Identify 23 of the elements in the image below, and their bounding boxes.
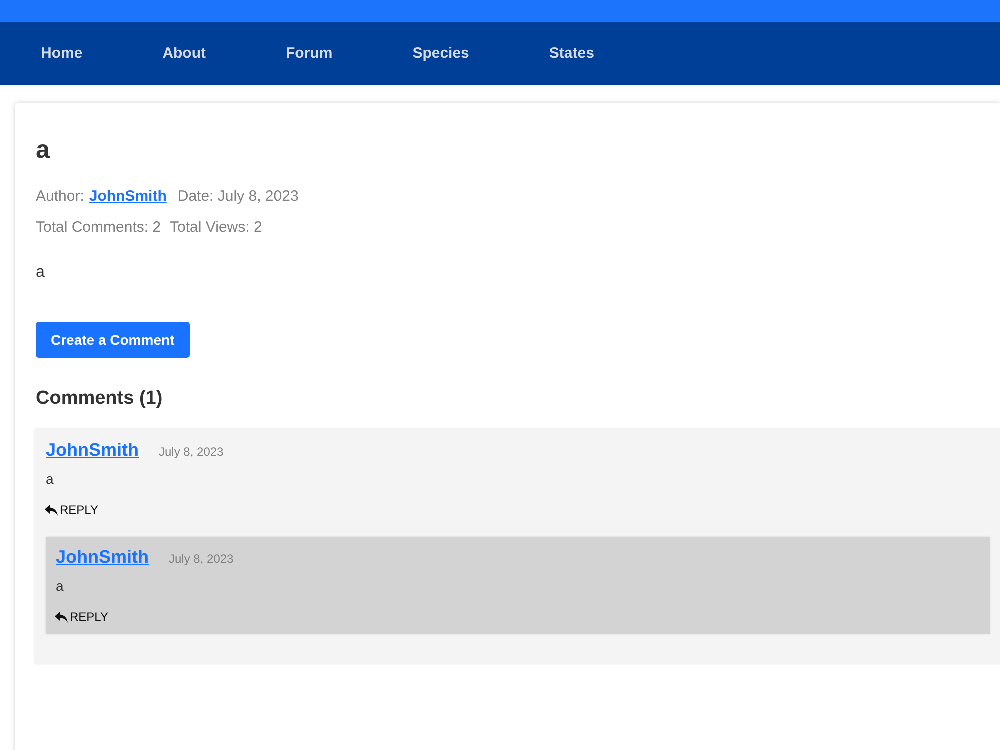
comment-date: July 8, 2023	[169, 552, 234, 566]
nav-link[interactable]: States	[509, 37, 634, 70]
author-link[interactable]: JohnSmith	[89, 187, 167, 207]
comment-author-link[interactable]: JohnSmith	[46, 440, 139, 461]
reply-arrow-icon	[45, 504, 58, 516]
reply-button[interactable]: REPLY	[45, 503, 98, 517]
author-label: Author:	[36, 187, 84, 207]
post-title: a	[36, 135, 51, 165]
post-body: a	[36, 263, 46, 283]
create-comment-button[interactable]: Create a Comment	[36, 322, 190, 358]
reply-button[interactable]: REPLY	[55, 610, 108, 624]
comment-text: a	[46, 470, 55, 488]
nav-link[interactable]: Species	[372, 37, 510, 70]
nav-link[interactable]: About	[122, 37, 246, 70]
nav-link[interactable]: Forum	[246, 37, 373, 70]
reply-arrow-icon	[55, 612, 68, 622]
comments-heading: Comments (1)	[36, 387, 164, 411]
post-date: Date: July 8, 2023	[178, 187, 299, 207]
comment-text: a	[56, 577, 65, 595]
comment-date: July 8, 2023	[159, 445, 224, 459]
post-stat: Total Views: 2	[170, 218, 262, 238]
post-stat: Total Comments: 2	[36, 218, 162, 238]
nav-link[interactable]: Home	[1, 37, 123, 70]
